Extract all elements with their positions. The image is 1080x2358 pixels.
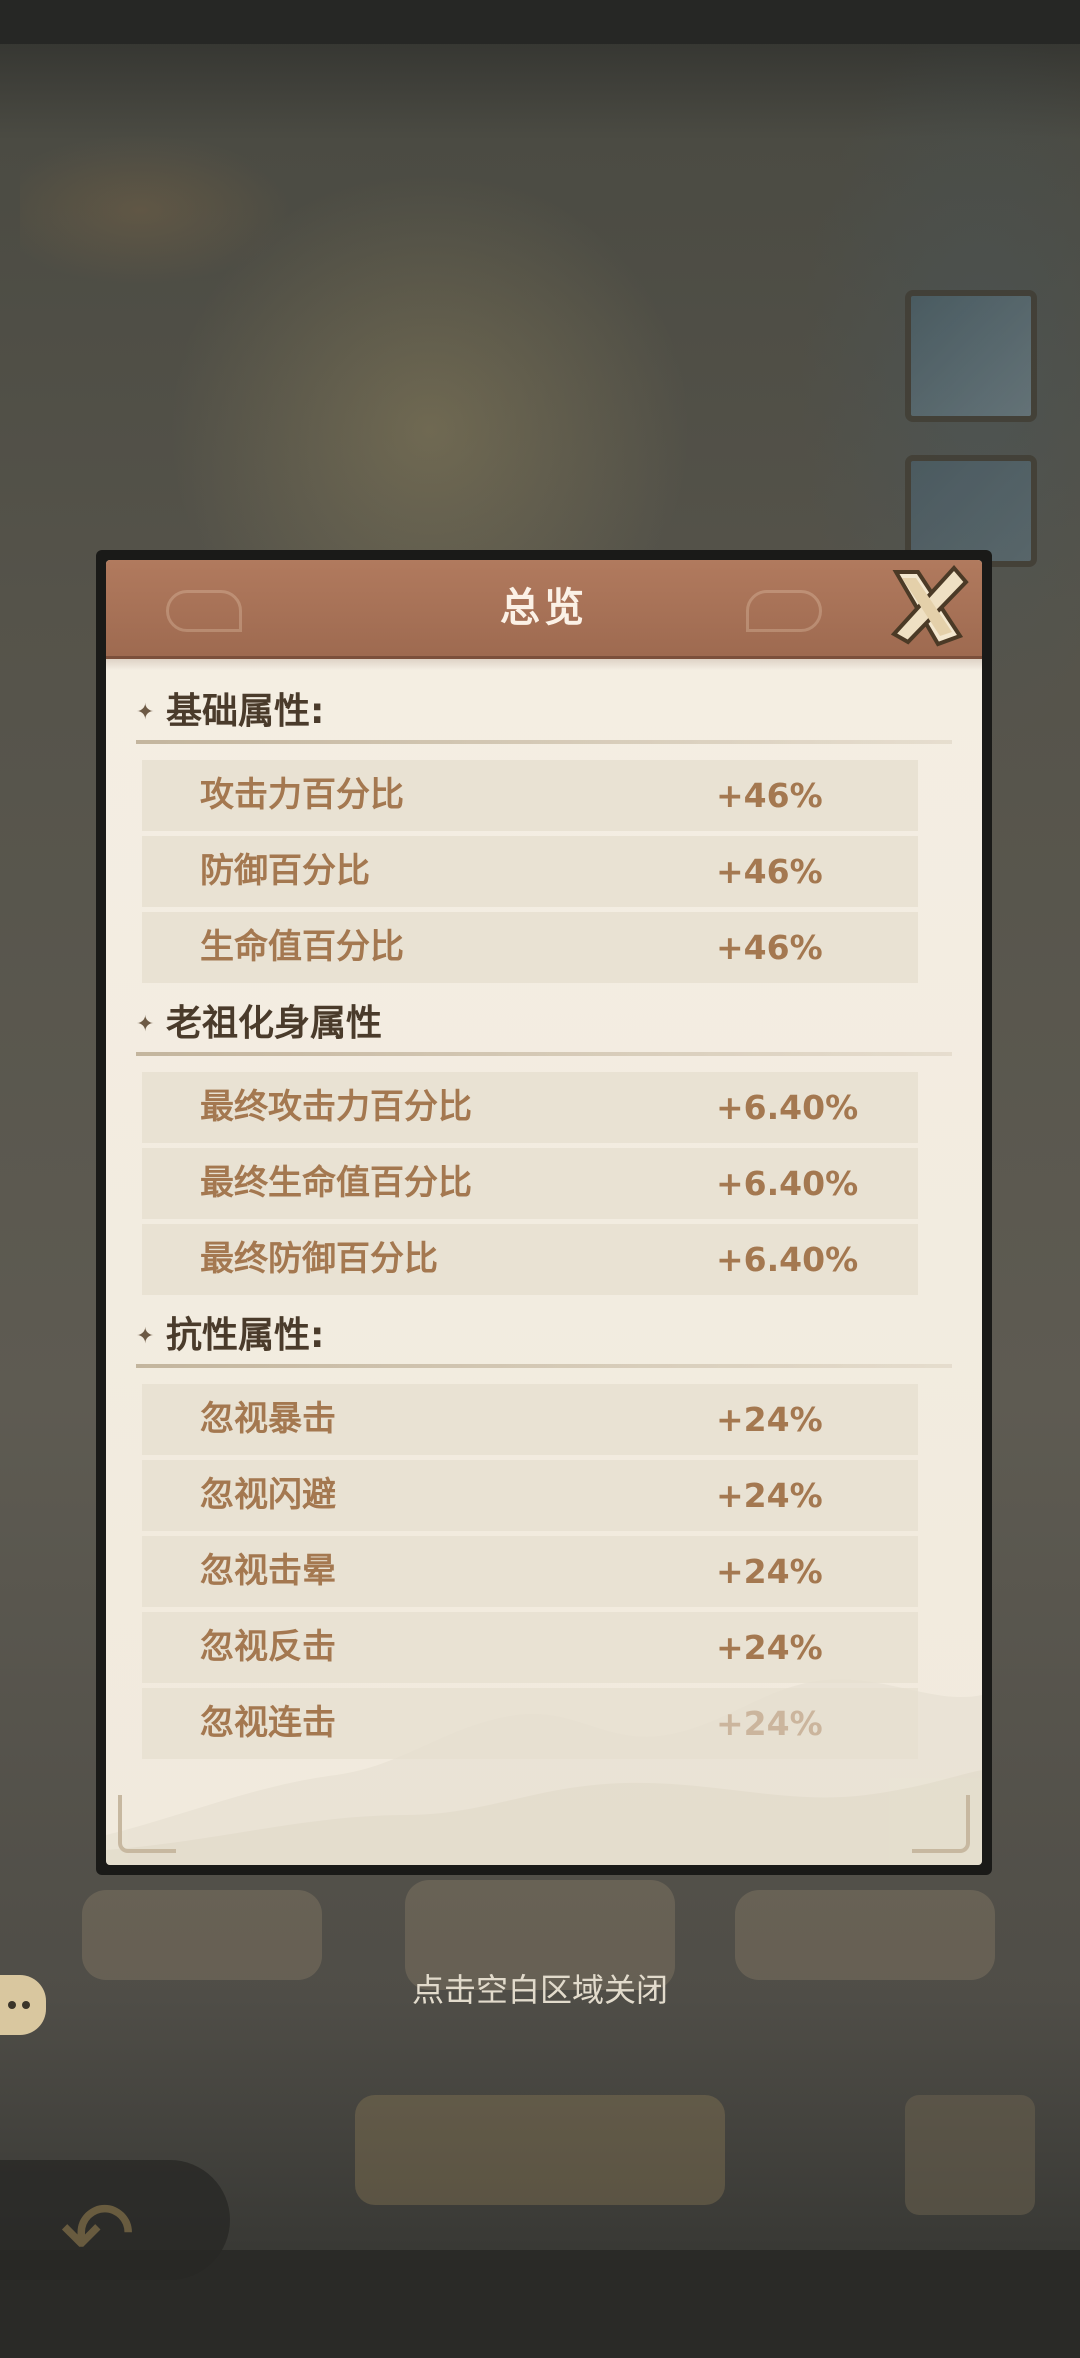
background-portrait-card	[905, 290, 1037, 422]
back-arrow-icon: ↶	[60, 2182, 136, 2287]
background-emblem	[20, 120, 360, 320]
stat-label: 忽视暴击	[200, 1399, 336, 1439]
panel-title: 总览	[500, 585, 588, 631]
x-close-icon	[890, 564, 969, 647]
mountain-decoration	[106, 1679, 982, 1865]
close-hint-text: 点击空白区域关闭	[411, 1971, 668, 2009]
stat-row: 忽视闪避 +24%	[142, 1460, 918, 1531]
section-basic-rows: 攻击力百分比 +46% 防御百分比 +46% 生命值百分比 +46%	[142, 760, 918, 988]
section-divider	[136, 740, 952, 744]
stat-label: 攻击力百分比	[200, 775, 404, 815]
stat-label: 生命值百分比	[200, 927, 404, 967]
section-title-basic-text: 基础属性:	[166, 691, 325, 732]
stat-row: 最终攻击力百分比 +6.40%	[142, 1072, 918, 1143]
stat-row: 忽视击晕 +24%	[142, 1536, 918, 1607]
stat-row: 防御百分比 +46%	[142, 836, 918, 907]
stat-value: +24%	[716, 1476, 823, 1515]
close-button[interactable]	[878, 560, 974, 654]
stat-value: +6.40%	[716, 1240, 859, 1279]
background-button-right	[735, 1890, 995, 1980]
corner-decoration-right	[912, 1795, 970, 1853]
stat-label: 忽视闪避	[200, 1475, 336, 1515]
section-title-basic: ✦ 基础属性:	[136, 688, 324, 736]
stat-label: 最终攻击力百分比	[200, 1087, 472, 1127]
diamond-bullet-icon: ✦	[136, 700, 155, 725]
background-avatar	[905, 2095, 1035, 2215]
corner-decoration-left	[118, 1795, 176, 1853]
section-title-avatar-text: 老祖化身属性	[166, 1003, 383, 1044]
stat-row: 最终防御百分比 +6.40%	[142, 1224, 918, 1295]
stat-label: 防御百分比	[200, 851, 370, 891]
stat-value: +24%	[716, 1552, 823, 1591]
stat-value: +46%	[716, 928, 823, 967]
stat-row: 生命值百分比 +46%	[142, 912, 918, 983]
status-bar	[0, 0, 1080, 44]
stat-label: 最终防御百分比	[200, 1239, 438, 1279]
stat-value: +6.40%	[716, 1088, 859, 1127]
background-confirm-button	[355, 2095, 725, 2205]
panel-body: 总览 ✦ 基础属性: 攻击力百分比 +46% 防御百分比 +46% 生命值百分比…	[106, 560, 982, 1865]
section-title-avatar: ✦ 老祖化身属性	[136, 1000, 382, 1048]
stat-row: 最终生命值百分比 +6.40%	[142, 1148, 918, 1219]
background-button-left	[82, 1890, 322, 1980]
stat-value: +24%	[716, 1400, 823, 1439]
section-title-resistance-text: 抗性属性:	[166, 1315, 325, 1356]
stat-row: 忽视暴击 +24%	[142, 1384, 918, 1455]
section-avatar-rows: 最终攻击力百分比 +6.40% 最终生命值百分比 +6.40% 最终防御百分比 …	[142, 1072, 918, 1300]
section-title-resistance: ✦ 抗性属性:	[136, 1312, 324, 1360]
stat-label: 忽视击晕	[200, 1551, 336, 1591]
stat-label: 最终生命值百分比	[200, 1163, 472, 1203]
section-divider	[136, 1052, 952, 1056]
overview-panel: 总览 ✦ 基础属性: 攻击力百分比 +46% 防御百分比 +46% 生命值百分比…	[96, 550, 992, 1875]
panel-header: 总览	[106, 560, 982, 670]
diamond-bullet-icon: ✦	[136, 1324, 155, 1349]
section-divider	[136, 1364, 952, 1368]
stat-value: +46%	[716, 852, 823, 891]
stat-value: +6.40%	[716, 1164, 859, 1203]
stat-value: +46%	[716, 776, 823, 815]
diamond-bullet-icon: ✦	[136, 1012, 155, 1037]
stat-row: 攻击力百分比 +46%	[142, 760, 918, 831]
